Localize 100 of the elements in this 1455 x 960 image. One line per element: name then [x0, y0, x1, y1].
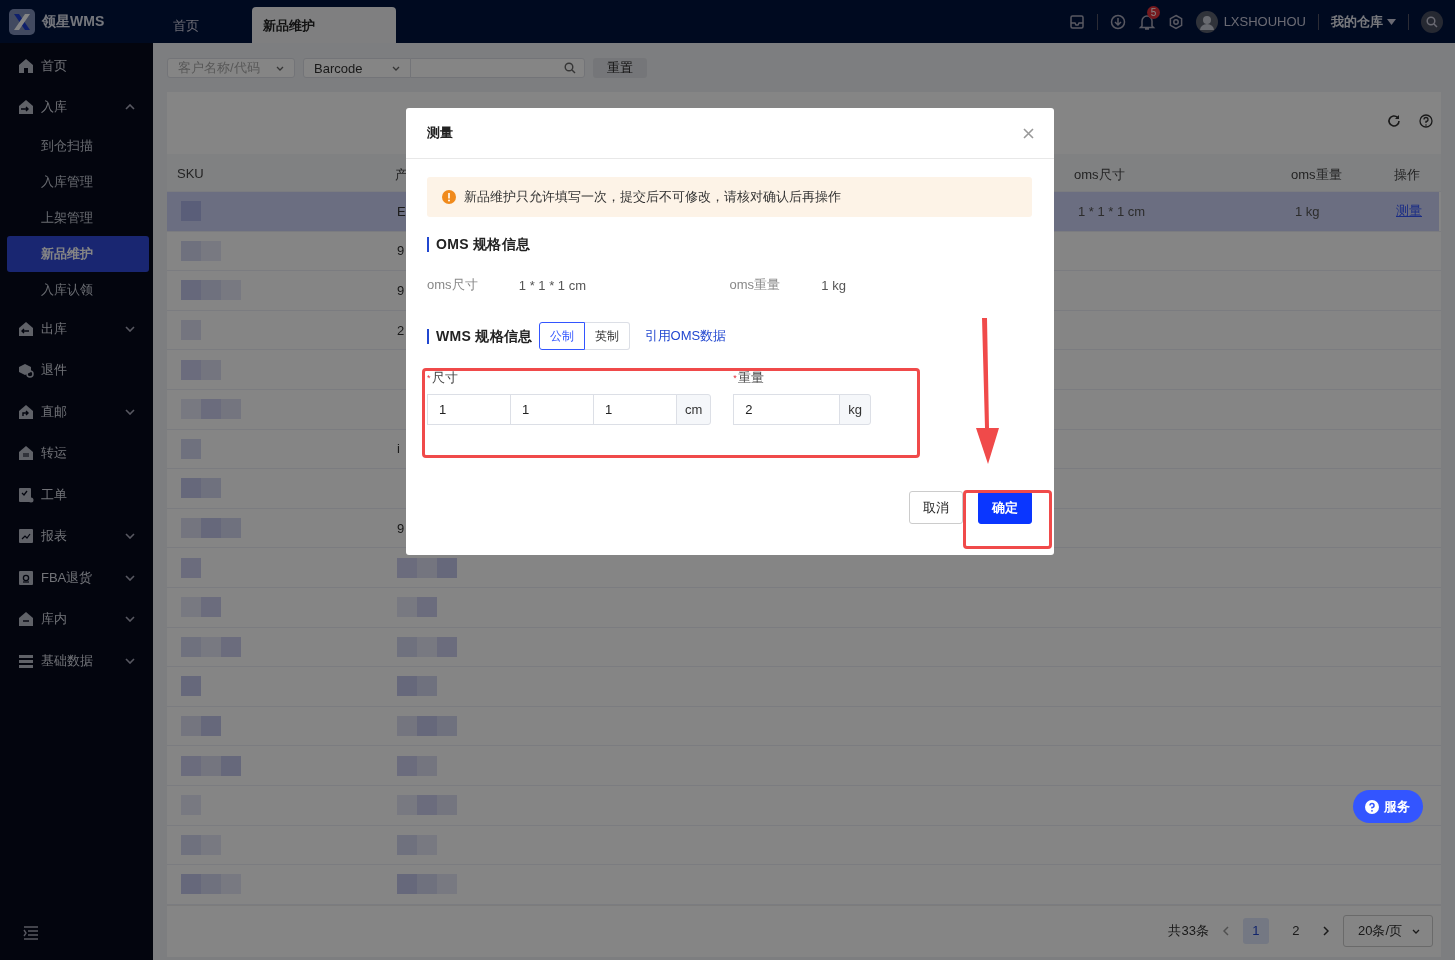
- page-size-select[interactable]: 20条/页: [1342, 915, 1433, 948]
- notification-badge: 5: [1146, 5, 1161, 19]
- field-label: 尺寸: [431, 369, 458, 387]
- field-value: 1 kg: [821, 277, 847, 293]
- next-icon[interactable]: [1322, 926, 1329, 937]
- column-header: 产: [394, 166, 409, 184]
- download-icon: [1109, 13, 1126, 30]
- sidebar-subitem[interactable]: 上架管理: [7, 200, 149, 236]
- warning-icon: [442, 190, 456, 204]
- avatar-icon: [1195, 10, 1218, 33]
- table-cell: 9: [397, 243, 405, 259]
- warehouse-menu[interactable]: 我的仓库: [1331, 12, 1396, 31]
- mosaic-block: [181, 557, 201, 578]
- search-button[interactable]: [1421, 10, 1443, 33]
- sidebar-item[interactable]: 首页: [0, 45, 153, 87]
- mosaic-block: [181, 755, 241, 776]
- required-mark: *: [733, 373, 737, 383]
- house-icon: [18, 611, 34, 628]
- table-cell: 2: [397, 322, 405, 338]
- sidebar-item[interactable]: 退件: [0, 349, 153, 391]
- table-cell: 1 kg: [1295, 203, 1320, 219]
- input-field[interactable]: 1: [427, 394, 511, 425]
- collapse-icon[interactable]: [23, 926, 39, 940]
- caret-icon: [1387, 18, 1396, 25]
- field-label: oms重量: [729, 276, 782, 294]
- input-field[interactable]: 1: [593, 394, 677, 425]
- house-arrow-icon: [18, 403, 34, 420]
- search-icon: [564, 62, 576, 74]
- column-header: 操作: [1393, 166, 1421, 184]
- reset-button[interactable]: 重置: [593, 58, 647, 78]
- confirm-button[interactable]: 确定: [978, 491, 1032, 524]
- sidebar-subitem[interactable]: 到仓扫描: [7, 128, 149, 164]
- service-button[interactable]: 服务: [1353, 790, 1423, 823]
- search-field[interactable]: [410, 58, 585, 78]
- house-icon: [18, 445, 34, 462]
- input-field[interactable]: 1: [510, 394, 594, 425]
- app-name: 领星WMS: [42, 12, 106, 31]
- section-title: OMS 规格信息: [427, 237, 1032, 252]
- username[interactable]: LXSHOUHOU: [1223, 14, 1306, 29]
- checklist-icon: [18, 486, 34, 503]
- type-select[interactable]: Barcode: [303, 58, 411, 78]
- page-button[interactable]: 2: [1282, 918, 1309, 945]
- total-count: 共33条: [1168, 922, 1209, 941]
- table-cell: 1 * 1 * 1 cm: [1078, 203, 1146, 219]
- sidebar-item[interactable]: 工单: [0, 474, 153, 516]
- field-label: oms尺寸: [427, 276, 479, 294]
- sidebar-item[interactable]: 转运: [0, 432, 153, 474]
- unit-label: kg: [839, 394, 872, 425]
- unit-label: cm: [676, 394, 712, 425]
- table-cell: i: [397, 441, 400, 457]
- column-header: oms重量: [1290, 166, 1343, 184]
- settings-icon: [1167, 13, 1184, 30]
- home-icon: [18, 57, 34, 74]
- house-arrow-icon: [18, 99, 34, 116]
- logo-icon: [9, 8, 35, 35]
- chevron-icon: [392, 65, 400, 71]
- sidebar-item[interactable]: 报表: [0, 515, 153, 557]
- mosaic-block: [397, 557, 457, 578]
- dialog-title: 测量: [427, 124, 453, 142]
- column-header: SKU: [176, 165, 205, 183]
- sidebar-item[interactable]: 入库: [0, 86, 153, 128]
- tab[interactable]: 新品维护: [252, 7, 396, 43]
- document-icon: [18, 569, 34, 586]
- unit-toggle[interactable]: 公制: [538, 322, 585, 350]
- box-icon: [18, 362, 34, 379]
- sidebar-item[interactable]: FBA退货: [0, 557, 153, 599]
- prev-icon[interactable]: [1222, 926, 1229, 937]
- refresh-icon[interactable]: [1387, 114, 1401, 128]
- sidebar-item[interactable]: 基础数据: [0, 640, 153, 682]
- sidebar-item[interactable]: 出库: [0, 308, 153, 350]
- column-header: oms尺寸: [1073, 166, 1126, 184]
- inbox-icon: [1068, 13, 1085, 30]
- section-title: WMS 规格信息: [427, 328, 533, 344]
- table-cell: E: [397, 203, 406, 219]
- chart-icon: [18, 528, 34, 545]
- required-mark: *: [427, 373, 431, 383]
- cancel-button[interactable]: 取消: [909, 491, 963, 524]
- unit-toggle[interactable]: 英制: [584, 322, 630, 350]
- table-cell: 9: [397, 520, 405, 536]
- tab[interactable]: 首页: [162, 7, 252, 43]
- page-button[interactable]: 1: [1242, 918, 1269, 945]
- list-icon: [18, 652, 34, 669]
- input-field[interactable]: 2: [733, 394, 841, 425]
- mosaic-block: [181, 676, 201, 697]
- table-cell[interactable]: [167, 192, 385, 231]
- close-icon[interactable]: [1023, 127, 1034, 139]
- house-arrow-icon: [18, 320, 34, 337]
- sidebar-subitem[interactable]: 新品维护: [7, 236, 149, 272]
- sidebar-subitem[interactable]: 入库认领: [7, 272, 149, 308]
- use-oms-data-link[interactable]: 引用OMS数据: [644, 327, 727, 345]
- sidebar-item[interactable]: 库内: [0, 598, 153, 640]
- search-icon: [1426, 15, 1438, 28]
- help-icon: [1365, 799, 1379, 814]
- warning-alert: 新品维护只允许填写一次，提交后不可修改，请核对确认后再操作: [427, 177, 1032, 217]
- chevron-icon: [1412, 928, 1420, 934]
- help-icon[interactable]: [1419, 114, 1433, 128]
- table-cell: 9: [397, 283, 405, 298]
- sidebar-item[interactable]: 直邮: [0, 391, 153, 433]
- sidebar-subitem[interactable]: 入库管理: [7, 164, 149, 200]
- chevron-icon: [276, 65, 284, 71]
